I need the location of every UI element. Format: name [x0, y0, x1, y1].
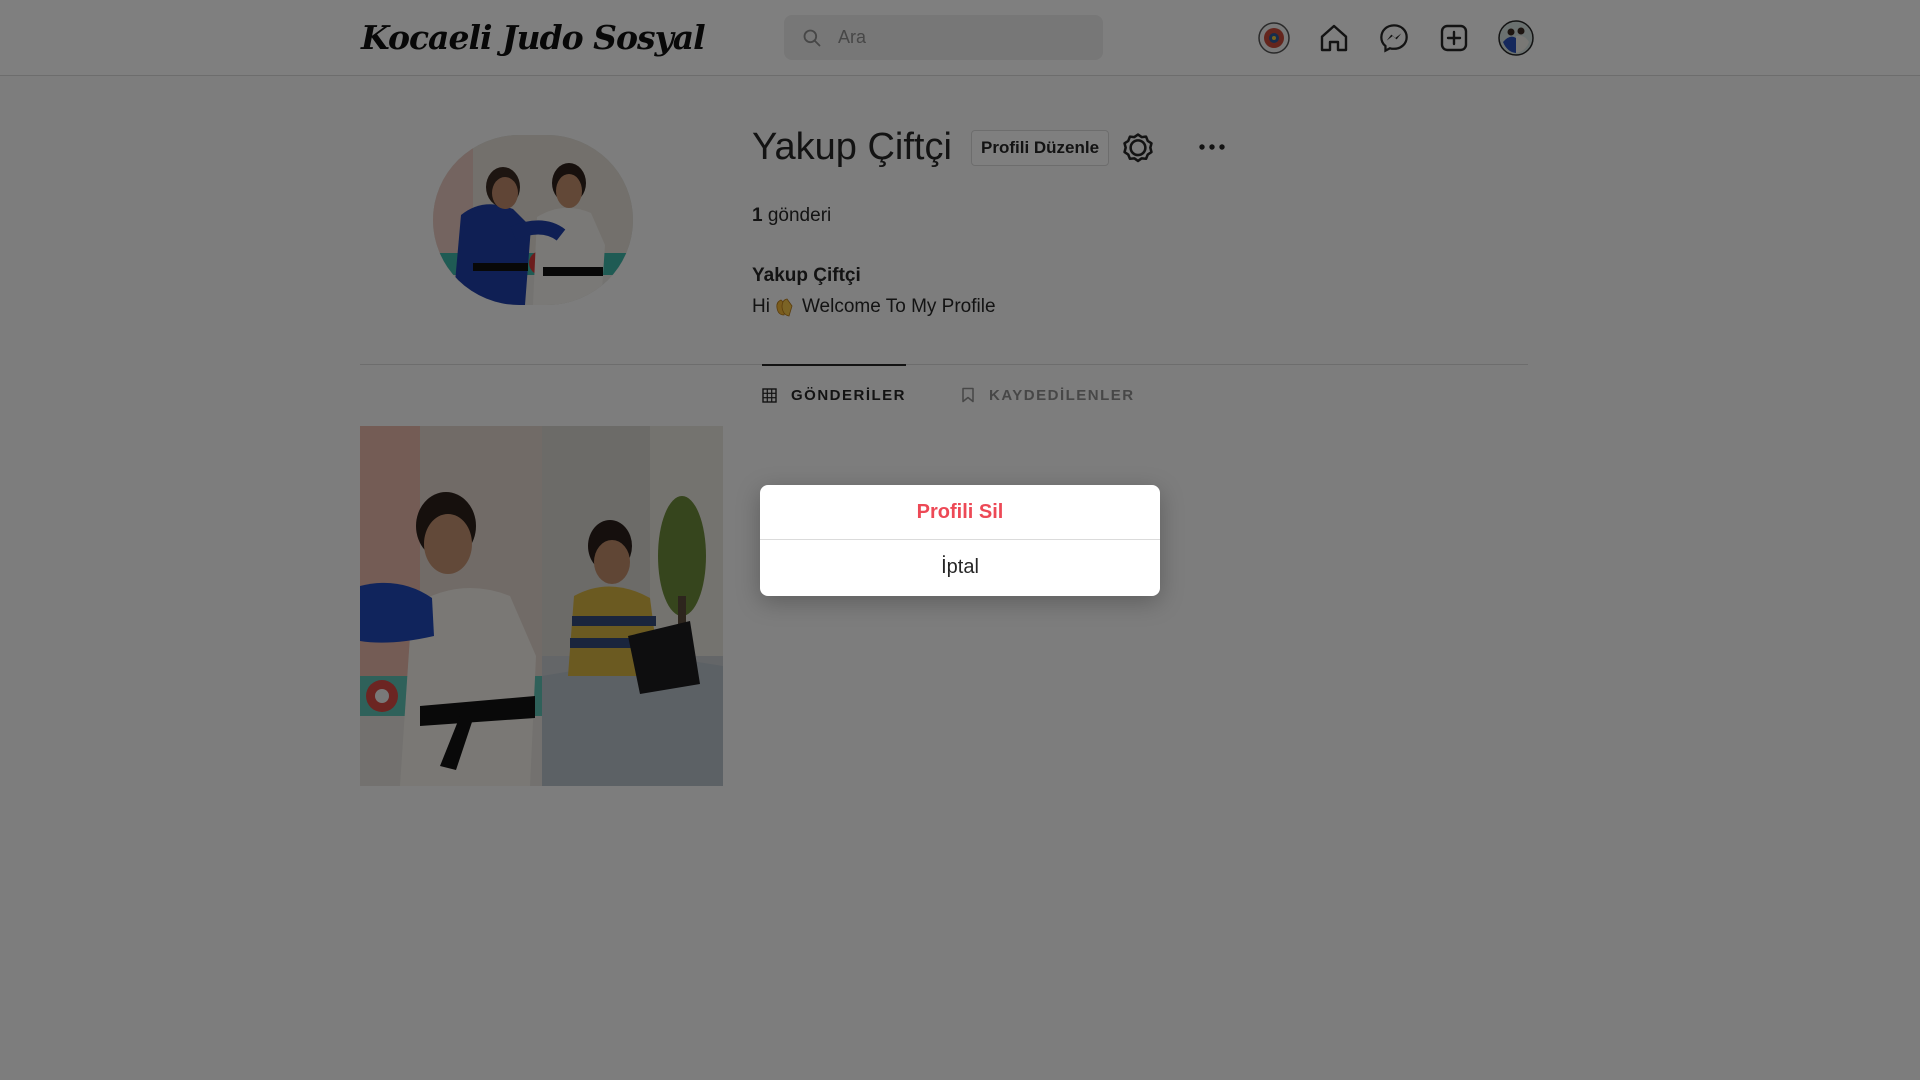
profile-options-dialog: Profili Sil İptal: [760, 485, 1160, 596]
cancel-button[interactable]: İptal: [760, 540, 1160, 595]
delete-profile-button[interactable]: Profili Sil: [760, 485, 1160, 540]
